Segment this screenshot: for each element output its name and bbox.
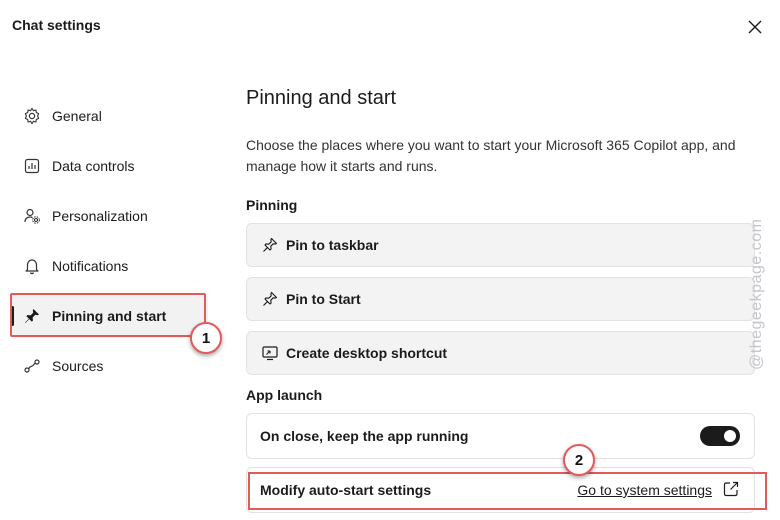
create-desktop-shortcut-label: Create desktop shortcut — [286, 345, 448, 361]
sidebar-item-label: Personalization — [52, 208, 148, 224]
pin-outline-icon — [260, 235, 280, 255]
sources-icon — [22, 356, 42, 376]
section-label-app-launch: App launch — [246, 387, 323, 403]
pin-to-start-label: Pin to Start — [286, 291, 361, 307]
sidebar-item-label: Pinning and start — [52, 308, 167, 324]
sidebar-item-label: Sources — [52, 358, 104, 374]
sidebar-item-label: General — [52, 108, 102, 124]
sidebar-item-general[interactable]: General — [12, 94, 208, 138]
pin-to-taskbar-label: Pin to taskbar — [286, 237, 379, 253]
sidebar-item-personalization[interactable]: Personalization — [12, 194, 208, 238]
keep-running-setting: On close, keep the app running — [246, 413, 755, 459]
page-description: Choose the places where you want to star… — [246, 137, 736, 174]
toggle-knob — [724, 430, 736, 442]
sidebar-item-label: Data controls — [52, 158, 135, 174]
section-label-pinning: Pinning — [246, 197, 298, 213]
bell-icon — [22, 256, 42, 276]
pin-to-start-button[interactable]: Pin to Start — [246, 277, 755, 321]
watermark-text: @thegeekpage.com — [748, 218, 765, 370]
external-link-icon[interactable] — [722, 480, 740, 498]
pin-to-taskbar-button[interactable]: Pin to taskbar — [246, 223, 755, 267]
sidebar-item-label: Notifications — [52, 258, 129, 274]
person-gear-icon — [22, 206, 42, 226]
window-title: Chat settings — [12, 17, 101, 33]
keep-running-toggle[interactable] — [700, 426, 740, 446]
step-badge-2: 2 — [563, 444, 595, 476]
chart-icon — [22, 156, 42, 176]
auto-start-setting: Modify auto-start settings Go to system … — [246, 467, 755, 513]
sidebar-item-sources[interactable]: Sources — [12, 344, 208, 388]
create-desktop-shortcut-button[interactable]: Create desktop shortcut — [246, 331, 755, 375]
sidebar-item-pinning-and-start[interactable]: Pinning and start — [11, 294, 208, 338]
gear-icon — [22, 106, 42, 126]
pin-icon — [22, 306, 42, 326]
sidebar-item-notifications[interactable]: Notifications — [12, 244, 208, 288]
auto-start-label: Modify auto-start settings — [260, 482, 432, 498]
sidebar-item-data-controls[interactable]: Data controls — [12, 144, 208, 188]
keep-running-label: On close, keep the app running — [260, 428, 469, 444]
close-icon[interactable] — [744, 16, 766, 38]
desktop-shortcut-icon — [260, 343, 280, 363]
page-title: Pinning and start — [246, 87, 397, 109]
go-to-system-settings-link[interactable]: Go to system settings — [577, 482, 712, 498]
pin-outline-icon — [260, 289, 280, 309]
